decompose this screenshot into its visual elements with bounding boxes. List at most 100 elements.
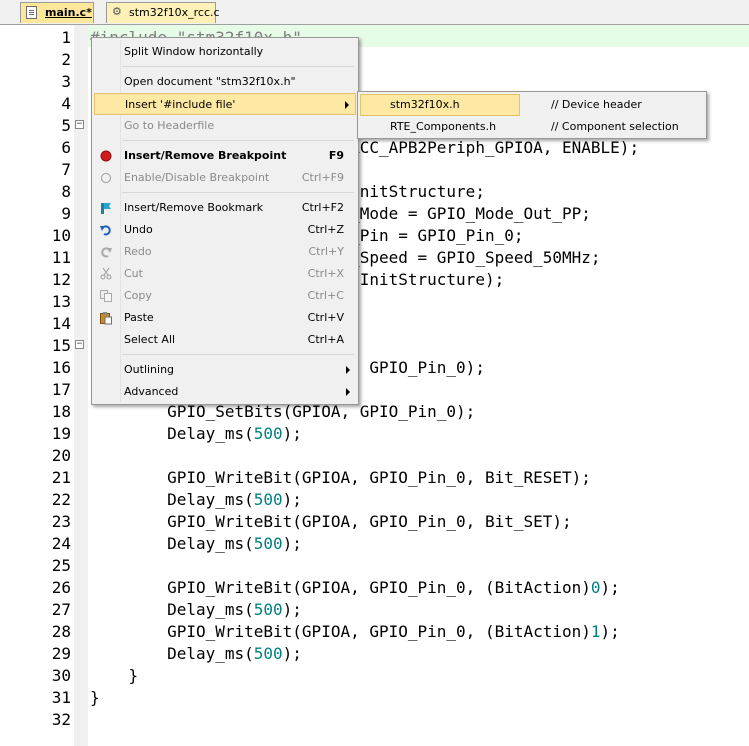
menu-item-label: Advanced [124, 385, 179, 398]
line-number: 3 [61, 72, 71, 91]
line-number: 27 [51, 600, 71, 619]
code-text: GPIO_WriteBit(GPIOA, GPIO_Pin_0, (BitAct… [90, 622, 620, 641]
code-line[interactable]: 30 } [0, 665, 749, 687]
include-file-description: // Device header [551, 98, 642, 111]
code-text: Delay_ms(500); [90, 644, 302, 663]
menu-item-cut[interactable]: Cut Ctrl+X [94, 263, 356, 285]
menu-item-redo[interactable]: Redo Ctrl+Y [94, 241, 356, 263]
code-text: } [90, 688, 100, 707]
menu-item-split-window-horizontally[interactable]: Split Window horizontally [94, 41, 356, 63]
tab-main-c[interactable]: main.c* [20, 2, 94, 23]
tab-label: main.c* [45, 6, 92, 19]
menu-separator [122, 66, 354, 67]
code-line[interactable]: 29 Delay_ms(500); [0, 643, 749, 665]
menu-item-advanced[interactable]: Advanced [94, 381, 356, 403]
menu-item-copy[interactable]: Copy Ctrl+C [94, 285, 356, 307]
code-text: GPIO_WriteBit(GPIOA, GPIO_Pin_0, Bit_SET… [90, 512, 572, 531]
editor-tab-bar: main.c* ⚙ stm32f10x_rcc.c [0, 0, 749, 25]
code-text: Delay_ms(500); [90, 424, 302, 443]
code-line[interactable]: 32 [0, 709, 749, 731]
menu-item-label: Redo [124, 245, 152, 258]
menu-item-shortcut: F9 [328, 149, 344, 162]
line-number: 11 [51, 248, 71, 267]
line-number: 10 [51, 226, 71, 245]
line-number: 15 [51, 336, 71, 355]
menu-item-shortcut: Ctrl+Y [308, 245, 344, 258]
code-line[interactable]: 21 GPIO_WriteBit(GPIOA, GPIO_Pin_0, Bit_… [0, 467, 749, 489]
submenu-item-stm32f10x-h[interactable]: stm32f10x.h // Device header [360, 94, 704, 116]
menu-item-label: Copy [124, 289, 152, 302]
menu-item-enable-disable-breakpoint[interactable]: Enable/Disable Breakpoint Ctrl+F9 [94, 167, 356, 189]
line-number: 6 [61, 138, 71, 157]
line-number: 24 [51, 534, 71, 553]
paste-icon [99, 311, 113, 325]
include-file-name: RTE_Components.h [390, 120, 497, 133]
line-number: 7 [61, 160, 71, 179]
menu-item-label: Insert/Remove Breakpoint [124, 149, 287, 162]
code-line[interactable]: 27 Delay_ms(500); [0, 599, 749, 621]
line-number: 20 [51, 446, 71, 465]
menu-item-insert-include-file[interactable]: Insert '#include file' [94, 93, 356, 115]
line-number: 21 [51, 468, 71, 487]
menu-item-label: Go to Headerfile [124, 119, 215, 132]
tab-stm32f10x-rcc-c[interactable]: ⚙ stm32f10x_rcc.c [106, 2, 220, 23]
collapse-icon[interactable]: − [75, 340, 84, 349]
line-number: 28 [51, 622, 71, 641]
code-text: Delay_ms(500); [90, 600, 302, 619]
code-line[interactable]: 25 [0, 555, 749, 577]
line-number: 32 [51, 710, 71, 729]
collapse-icon[interactable]: − [75, 120, 84, 129]
code-text: } [90, 666, 139, 685]
code-line[interactable]: 23 GPIO_WriteBit(GPIOA, GPIO_Pin_0, Bit_… [0, 511, 749, 533]
include-file-description: // Component selection [551, 120, 679, 133]
code-line[interactable]: 20 [0, 445, 749, 467]
menu-item-shortcut: Ctrl+A [307, 333, 344, 346]
menu-item-label: Insert/Remove Bookmark [124, 201, 264, 214]
code-line[interactable]: 22 Delay_ms(500); [0, 489, 749, 511]
menu-item-label: Paste [124, 311, 154, 324]
line-number: 16 [51, 358, 71, 377]
code-line[interactable]: 26 GPIO_WriteBit(GPIOA, GPIO_Pin_0, (Bit… [0, 577, 749, 599]
menu-item-shortcut: Ctrl+C [307, 289, 344, 302]
menu-item-label: Outlining [124, 363, 175, 376]
menu-item-shortcut: Ctrl+F2 [301, 201, 344, 214]
menu-item-undo[interactable]: Undo Ctrl+Z [94, 219, 356, 241]
menu-item-open-document-stm32f10x-h[interactable]: Open document "stm32f10x.h" [94, 71, 356, 93]
line-number: 5 [61, 116, 71, 135]
submenu-arrow-icon [346, 366, 350, 374]
menu-item-insert-remove-bookmark[interactable]: Insert/Remove Bookmark Ctrl+F2 [94, 197, 356, 219]
menu-item-label: Insert '#include file' [125, 98, 236, 111]
line-number: 29 [51, 644, 71, 663]
bookmark-icon [99, 201, 113, 215]
breakpoint-icon [99, 149, 113, 163]
menu-item-outlining[interactable]: Outlining [94, 359, 356, 381]
code-text: Delay_ms(500); [90, 534, 302, 553]
menu-item-paste[interactable]: Paste Ctrl+V [94, 307, 356, 329]
menu-separator [122, 192, 354, 193]
menu-separator [122, 140, 354, 141]
code-text: GPIO_WriteBit(GPIOA, GPIO_Pin_0, Bit_RES… [90, 468, 591, 487]
cut-icon [99, 267, 113, 281]
copy-icon [99, 289, 113, 303]
code-line[interactable]: 28 GPIO_WriteBit(GPIOA, GPIO_Pin_0, (Bit… [0, 621, 749, 643]
line-number: 1 [61, 28, 71, 47]
menu-item-insert-remove-breakpoint[interactable]: Insert/Remove Breakpoint F9 [94, 145, 356, 167]
code-line[interactable]: 24 Delay_ms(500); [0, 533, 749, 555]
menu-item-select-all[interactable]: Select All Ctrl+A [94, 329, 356, 351]
c-file-icon [26, 6, 37, 19]
line-number: 23 [51, 512, 71, 531]
menu-item-label: Split Window horizontally [124, 45, 264, 58]
undo-icon [99, 223, 113, 237]
code-line[interactable]: 31} [0, 687, 749, 709]
line-number: 18 [51, 402, 71, 421]
menu-item-go-to-headerfile[interactable]: Go to Headerfile [94, 115, 356, 137]
submenu-item-rte-components-h[interactable]: RTE_Components.h // Component selection [360, 116, 704, 138]
submenu-arrow-icon [345, 101, 349, 109]
gear-file-icon: ⚙ [112, 5, 122, 18]
line-number: 8 [61, 182, 71, 201]
tab-label: stm32f10x_rcc.c [129, 6, 220, 19]
line-number: 22 [51, 490, 71, 509]
line-number: 19 [51, 424, 71, 443]
submenu-arrow-icon [346, 388, 350, 396]
code-line[interactable]: 19 Delay_ms(500); [0, 423, 749, 445]
